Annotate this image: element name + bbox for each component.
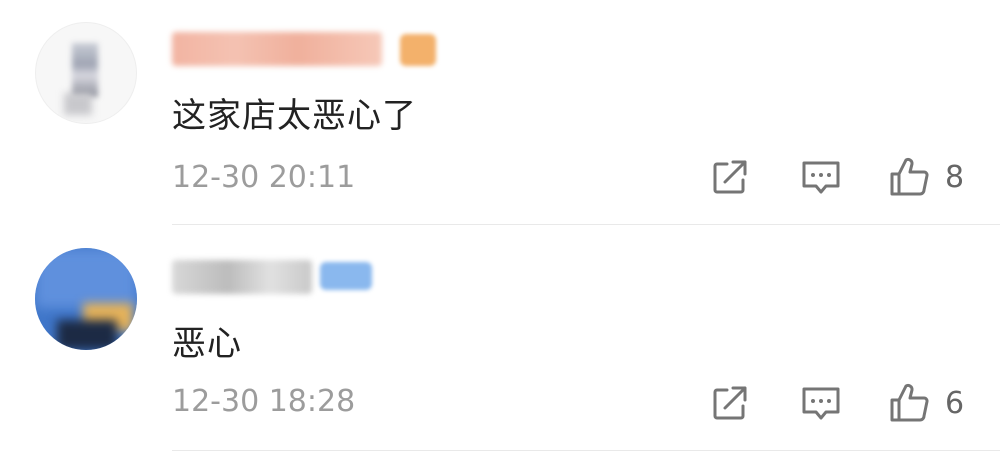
like-button[interactable]: [884, 378, 934, 428]
reply-icon: [802, 161, 840, 194]
like-count: 6: [945, 386, 965, 421]
comment-timestamp: 12-30 18:28: [172, 384, 356, 419]
comment-list: 这家店太恶心了 12-30 20:11 8 恶心 12-30 18:28 6: [0, 0, 1000, 451]
like-count: 8: [945, 160, 965, 195]
avatar-blur: [72, 43, 98, 97]
comment-item: 恶心 12-30 18:28 6: [0, 226, 1000, 451]
comment-text: 这家店太恶心了: [172, 96, 417, 136]
share-icon: [713, 160, 747, 194]
share-icon: [713, 386, 747, 420]
like-button[interactable]: [884, 152, 934, 202]
avatar-blur: [35, 248, 137, 308]
share-button[interactable]: [705, 152, 755, 202]
username-blurred[interactable]: [172, 260, 312, 294]
comment-item: 这家店太恶心了 12-30 20:11 8: [0, 0, 1000, 225]
reply-button[interactable]: [796, 152, 846, 202]
comment-timestamp: 12-30 20:11: [172, 160, 356, 195]
reply-icon: [802, 387, 840, 420]
like-icon: [890, 157, 929, 196]
username-blurred[interactable]: [172, 32, 382, 66]
like-icon: [890, 383, 929, 422]
user-badge-blurred: [400, 34, 436, 66]
comment-text: 恶心: [172, 324, 242, 364]
divider: [172, 224, 1000, 225]
avatar[interactable]: [35, 22, 137, 124]
avatar-blur: [64, 93, 92, 115]
share-button[interactable]: [705, 378, 755, 428]
user-badge-blurred: [320, 262, 372, 290]
avatar-blur: [57, 320, 117, 350]
reply-button[interactable]: [796, 378, 846, 428]
avatar[interactable]: [35, 248, 137, 350]
